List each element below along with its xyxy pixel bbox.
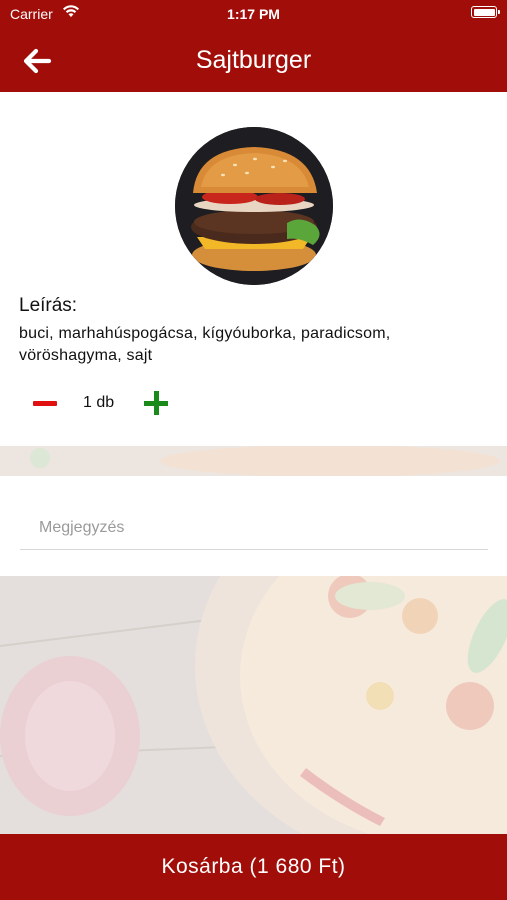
add-to-cart-button[interactable]: Kosárba (1 680 Ft): [0, 834, 507, 900]
description-text: buci, marhahúspogácsa, kígyóuborka, para…: [19, 325, 391, 364]
burger-image: [175, 127, 333, 285]
minus-icon[interactable]: [33, 401, 57, 406]
nav-header: Sajtburger: [0, 32, 507, 92]
quantity-value: 1 db: [83, 394, 115, 411]
product-card: Leírás: buci, marhahúspogácsa, kígyóubor…: [0, 92, 507, 446]
page-title: Sajtburger: [195, 46, 312, 74]
note-input[interactable]: [20, 506, 488, 550]
quantity-stepper: 1 db: [0, 388, 507, 418]
plus-icon-vertical[interactable]: [154, 391, 159, 415]
top-bar: Carrier 1:17 PM Sajtburger: [0, 0, 507, 92]
note-card: [0, 476, 507, 576]
battery-icon: [471, 6, 500, 18]
clock: 1:17 PM: [227, 6, 280, 22]
status-bar: Carrier 1:17 PM: [0, 0, 507, 28]
description-title: Leírás:: [19, 295, 78, 316]
burger-illustration: [175, 127, 333, 285]
